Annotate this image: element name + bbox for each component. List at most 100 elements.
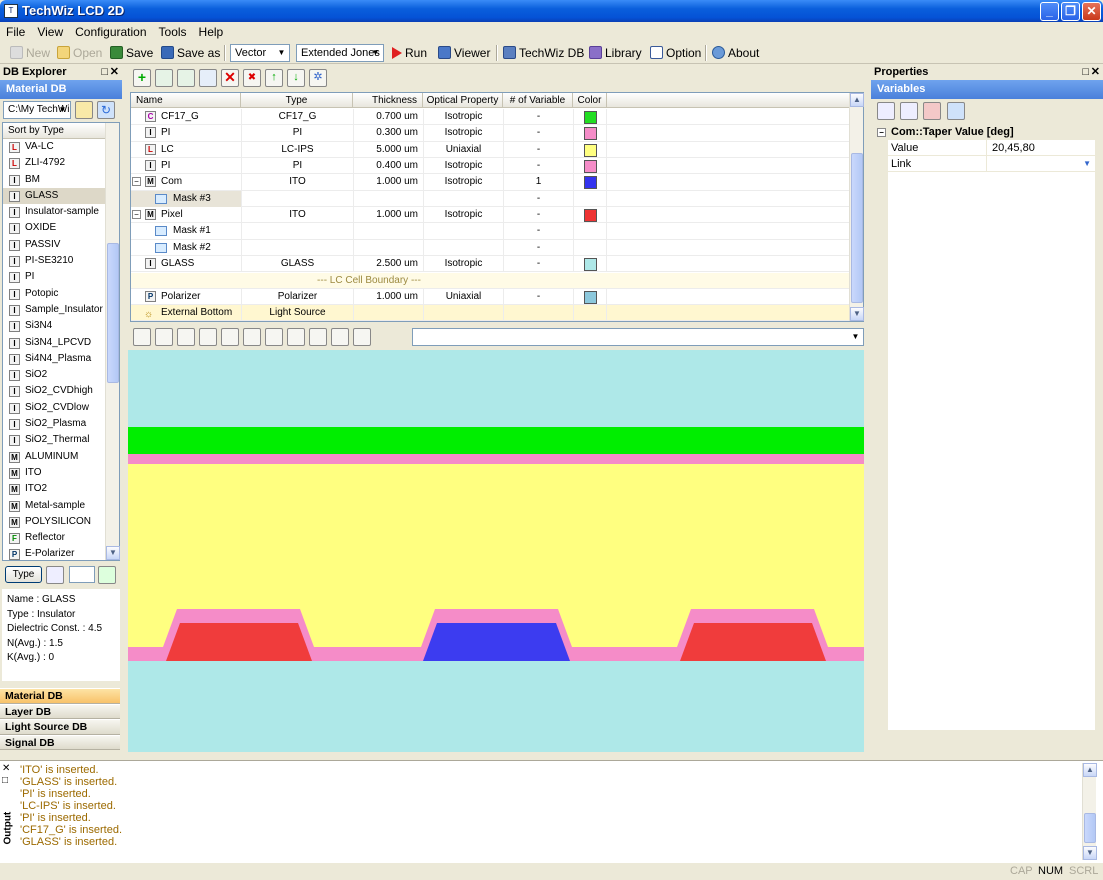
- minimize-button[interactable]: _: [1040, 2, 1059, 21]
- delete-mask-icon[interactable]: ✖: [243, 69, 261, 87]
- color-swatch[interactable]: [584, 111, 597, 124]
- refresh-icon[interactable]: ↻: [97, 101, 115, 119]
- run-button[interactable]: Run: [392, 45, 427, 61]
- material-item[interactable]: M ALUMINUM: [3, 449, 119, 465]
- property-group[interactable]: − Com::Taper Value [deg]: [871, 124, 1095, 140]
- pin-icon[interactable]: □: [101, 64, 108, 80]
- method-select[interactable]: Extended Jones ▼: [296, 44, 384, 62]
- zoom-fit-icon[interactable]: [287, 328, 305, 346]
- library-button[interactable]: Library: [589, 45, 642, 61]
- material-item[interactable]: I SiO2_Plasma: [3, 416, 119, 432]
- output-close-icon[interactable]: ✕: [2, 763, 14, 775]
- color-swatch[interactable]: [584, 176, 597, 190]
- close-panel-icon[interactable]: ✕: [110, 64, 119, 80]
- insert-layer-icon[interactable]: [155, 69, 173, 87]
- layer-row[interactable]: C CF17_G CF17_G 0.700 um Isotropic -: [131, 109, 849, 126]
- color-swatch[interactable]: [584, 258, 597, 272]
- scroll-down-icon[interactable]: ▼: [1083, 846, 1097, 860]
- material-item[interactable]: P E-Polarizer: [3, 546, 119, 562]
- menu-file[interactable]: File: [0, 22, 31, 39]
- folder-icon[interactable]: [75, 101, 93, 119]
- col-type[interactable]: Type: [241, 93, 353, 108]
- view-select[interactable]: ▼: [412, 328, 864, 346]
- color-swatch[interactable]: [584, 290, 597, 304]
- layer-color-cell[interactable]: [573, 305, 607, 322]
- layer-color-cell[interactable]: [573, 174, 607, 191]
- about-button[interactable]: About: [712, 45, 759, 61]
- material-item[interactable]: I PI-SE3210: [3, 253, 119, 269]
- material-item[interactable]: L VA-LC: [3, 139, 119, 155]
- layer-row[interactable]: − M Pixel ITO 1.000 um Isotropic -: [131, 207, 849, 224]
- layer-color-cell[interactable]: [573, 207, 607, 224]
- close-button[interactable]: ✕: [1082, 2, 1101, 21]
- pencil-icon[interactable]: [155, 328, 173, 346]
- tab-layer-db[interactable]: Layer DB: [0, 703, 120, 719]
- material-item[interactable]: I Insulator-sample: [3, 204, 119, 220]
- col-thickness[interactable]: Thickness: [353, 93, 423, 108]
- save-as-button[interactable]: Save as: [161, 45, 220, 61]
- globe-icon[interactable]: [947, 102, 965, 120]
- material-item[interactable]: I SiO2: [3, 367, 119, 383]
- layer-color-cell[interactable]: [573, 223, 607, 240]
- layer-color-cell[interactable]: [573, 288, 607, 305]
- scroll-down-icon[interactable]: ▼: [850, 307, 864, 321]
- zoom-all-icon[interactable]: [331, 328, 349, 346]
- layer-row[interactable]: I PI PI 0.300 um Isotropic -: [131, 125, 849, 142]
- col-num-variable[interactable]: # of Variable: [503, 93, 573, 108]
- color-swatch[interactable]: [584, 160, 597, 174]
- add-layer-icon[interactable]: +: [133, 69, 151, 87]
- sort-header[interactable]: Sort by Type: [3, 123, 119, 139]
- material-item[interactable]: I BM: [3, 172, 119, 188]
- zoom-window-icon[interactable]: [309, 328, 327, 346]
- close-panel-icon[interactable]: ✕: [1091, 64, 1100, 80]
- color-swatch[interactable]: [584, 143, 597, 157]
- type-button[interactable]: Type: [5, 566, 42, 583]
- layer-row[interactable]: Mask #2 -: [131, 239, 849, 257]
- scroll-up-icon[interactable]: ▲: [1083, 763, 1097, 777]
- move-down-icon[interactable]: ↓: [287, 69, 305, 87]
- material-item[interactable]: M POLYSILICON: [3, 514, 119, 530]
- color-swatch[interactable]: [584, 127, 597, 141]
- scroll-down-icon[interactable]: ▼: [106, 546, 120, 560]
- layer-row[interactable]: --- LC Cell Boundary ---: [131, 272, 849, 289]
- material-item[interactable]: F Reflector: [3, 530, 119, 546]
- layer-row[interactable]: ☼ External Bottom Light Source: [131, 305, 849, 322]
- material-item[interactable]: I SiO2_Thermal: [3, 432, 119, 448]
- add-mask-icon[interactable]: [199, 69, 217, 87]
- tab-material-db[interactable]: Material DB: [0, 688, 120, 704]
- layer-color-cell[interactable]: [573, 109, 607, 125]
- option-button[interactable]: Option: [650, 45, 701, 61]
- layer-row[interactable]: I GLASS GLASS 2.500 um Isotropic -: [131, 256, 849, 273]
- chevron-down-icon[interactable]: ▼: [1083, 156, 1091, 172]
- techwiz-db-button[interactable]: TechWiz DB: [503, 45, 584, 61]
- material-item[interactable]: M Metal-sample: [3, 498, 119, 514]
- select-icon[interactable]: [177, 328, 195, 346]
- menu-view[interactable]: View: [31, 22, 69, 39]
- material-item[interactable]: I Sample_Insulator: [3, 302, 119, 318]
- filter-input[interactable]: [69, 566, 95, 583]
- search-icon[interactable]: [46, 566, 64, 584]
- material-item[interactable]: I OXIDE: [3, 220, 119, 236]
- col-color[interactable]: Color: [573, 93, 607, 108]
- menu-tools[interactable]: Tools: [153, 22, 193, 39]
- col-optical-property[interactable]: Optical Property: [423, 93, 503, 108]
- hand-icon[interactable]: [133, 328, 151, 346]
- layer-color-cell[interactable]: [573, 141, 607, 158]
- material-item[interactable]: I Si3N4_LPCVD: [3, 335, 119, 351]
- viewer-button[interactable]: Viewer: [438, 45, 490, 61]
- color-swatch[interactable]: [584, 209, 597, 223]
- layer-row[interactable]: − M Com ITO 1.000 um Isotropic 1: [131, 174, 849, 191]
- material-item[interactable]: I SiO2_CVDlow: [3, 400, 119, 416]
- layer-row[interactable]: L LC LC-IPS 5.000 um Uniaxial -: [131, 141, 849, 158]
- tab-signal-db[interactable]: Signal DB: [0, 734, 120, 750]
- alphabetical-icon[interactable]: [900, 102, 918, 120]
- material-item[interactable]: I PASSIV: [3, 237, 119, 253]
- delete-icon[interactable]: ✕: [221, 69, 239, 87]
- collapse-icon[interactable]: −: [132, 210, 141, 220]
- material-item[interactable]: I GLASS: [3, 187, 119, 205]
- zoom-out-icon[interactable]: [265, 328, 283, 346]
- marquee-icon[interactable]: [199, 328, 217, 346]
- output-scrollbar[interactable]: ▲ ▼: [1082, 763, 1097, 860]
- append-layer-icon[interactable]: [177, 69, 195, 87]
- material-item[interactable]: I Si3N4: [3, 318, 119, 334]
